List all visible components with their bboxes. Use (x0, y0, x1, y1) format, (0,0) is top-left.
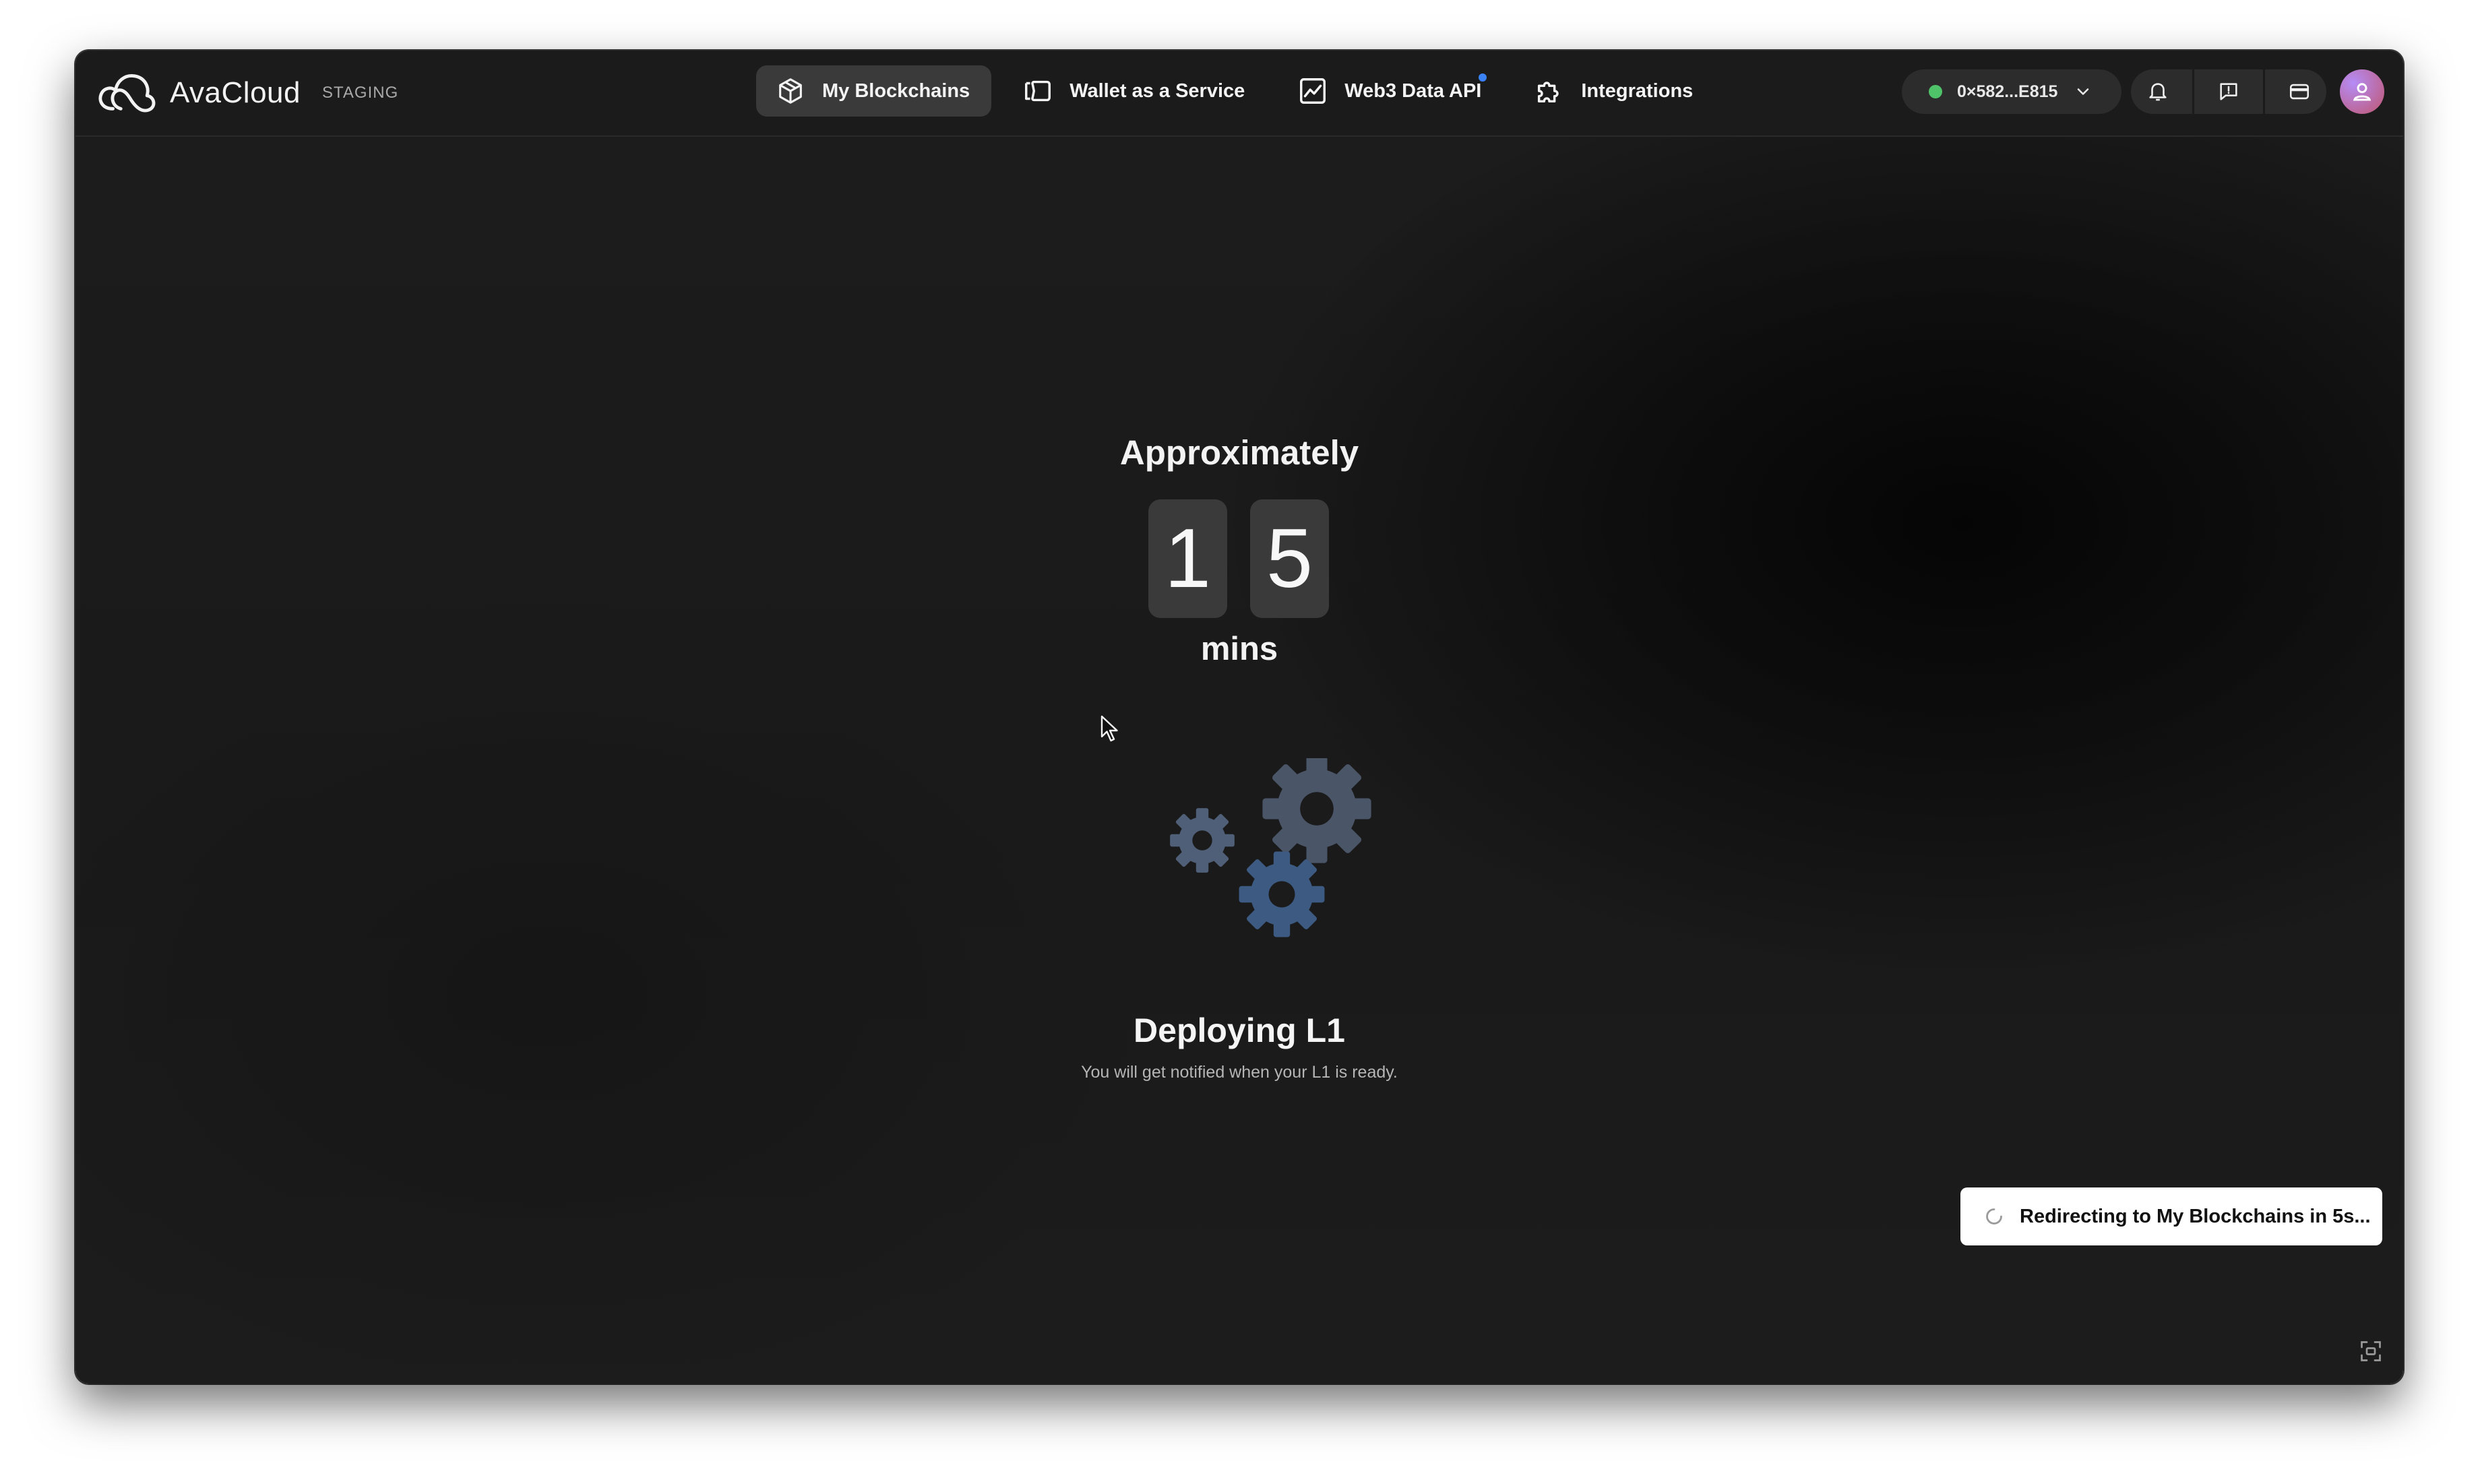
nav-item-web3-data-api[interactable]: Web3 Data API (1278, 65, 1503, 117)
divider (2192, 69, 2195, 114)
countdown-digit: 1 (1148, 499, 1227, 618)
toast-message: Redirecting to My Blockchains in 5s... (2020, 1205, 2371, 1227)
nav-item-wallet-as-a-service[interactable]: Wallet as a Service (1003, 65, 1266, 117)
wallet-selector[interactable]: 0×582...E815 (1902, 69, 2121, 114)
environment-label: STAGING (322, 84, 399, 102)
chart-icon (1300, 78, 1326, 104)
avacloud-logo-icon (98, 74, 156, 113)
wallet-address: 0×582...E815 (1957, 82, 2058, 101)
user-avatar[interactable] (2340, 69, 2384, 114)
blue-gear (1239, 851, 1325, 937)
logo[interactable]: AvaCloud STAGING (94, 68, 398, 118)
notification-dot (1479, 73, 1487, 82)
chevron-down-icon (2078, 88, 2089, 95)
notifications-button[interactable] (2138, 71, 2178, 112)
divider (2262, 69, 2265, 114)
approximately-label: Approximately (1119, 433, 1359, 472)
countdown-unit: mins (1200, 631, 1278, 667)
connection-status-dot (1929, 85, 1942, 98)
nav-item-label: Integrations (1581, 80, 1694, 102)
feedback-button[interactable] (2208, 71, 2249, 112)
nav-item-label: My Blockchains (822, 80, 970, 102)
spinner-icon (1986, 1208, 2002, 1225)
top-navigation-bar: AvaCloud STAGING My Blockchains Wallet a… (75, 51, 2403, 137)
screenshot-icon[interactable] (2359, 1339, 2383, 1363)
deploy-title: Deploying L1 (1134, 1012, 1345, 1049)
large-gear (1262, 758, 1371, 863)
mouse-cursor-icon (1100, 715, 1118, 742)
credit-card-icon (2289, 84, 2309, 100)
redirect-toast: Redirecting to My Blockchains in 5s... (1960, 1187, 2382, 1245)
billing-button[interactable] (2279, 71, 2320, 112)
brand-name: AvaCloud (170, 76, 301, 109)
app-window: AvaCloud STAGING My Blockchains Wallet a… (75, 51, 2403, 1384)
nav-item-label: Web3 Data API (1344, 80, 1482, 102)
bell-icon (2149, 83, 2167, 101)
countdown-digits: 1 5 (1148, 499, 1352, 618)
deploy-subtitle: You will get notified when your L1 is re… (1081, 1063, 1398, 1082)
nav-item-label: Wallet as a Service (1070, 80, 1245, 102)
countdown-digit: 5 (1250, 499, 1329, 618)
small-gear (1170, 808, 1235, 873)
cube-icon (779, 78, 802, 104)
nav-item-integrations[interactable]: Integrations (1515, 65, 1714, 117)
main-nav: My Blockchains Wallet as a Service Web3 … (756, 65, 1727, 117)
feedback-icon (2220, 83, 2237, 100)
user-icon (2353, 83, 2372, 101)
wallet-icon (1025, 80, 1051, 102)
gears-icon (1170, 758, 1371, 937)
nav-item-my-blockchains[interactable]: My Blockchains (756, 65, 992, 117)
puzzle-icon (1538, 82, 1559, 103)
header-actions (2131, 69, 2326, 114)
